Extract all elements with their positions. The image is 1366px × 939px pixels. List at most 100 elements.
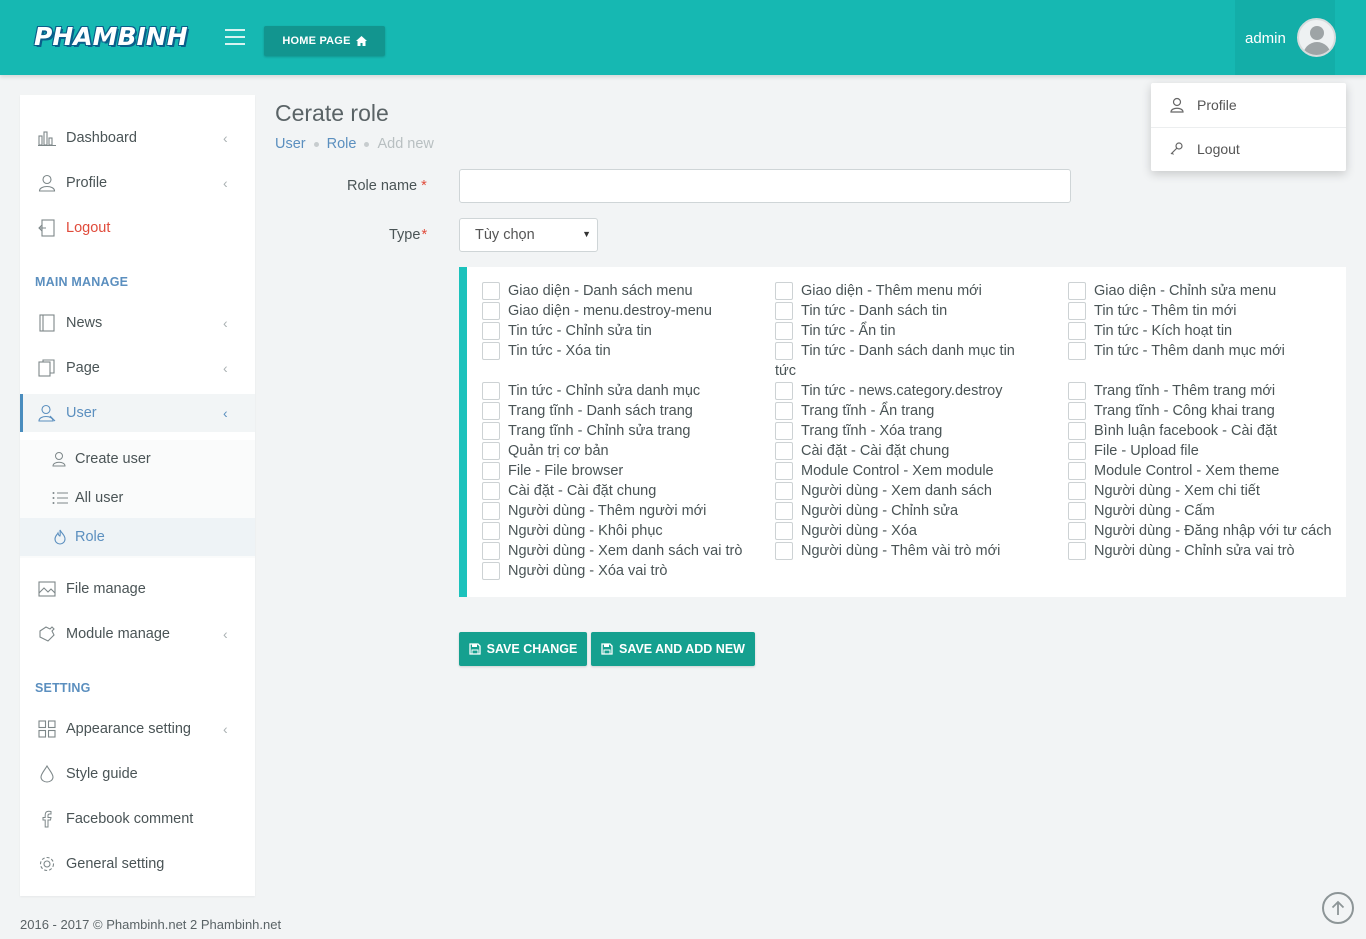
permission-label: File - File browser bbox=[508, 463, 624, 479]
permission-label: Người dùng - Cấm bbox=[1094, 503, 1215, 519]
permission-checkbox[interactable] bbox=[775, 382, 793, 400]
permission-label: Trang tĩnh - Xóa trang bbox=[801, 423, 943, 439]
sidebar-item-file-manage[interactable]: File manage bbox=[20, 570, 255, 608]
permission-checkbox[interactable] bbox=[775, 462, 793, 480]
dropdown-logout-item[interactable]: Logout bbox=[1151, 127, 1346, 171]
permission-label: Tin tức - Thêm danh mục mới bbox=[1094, 343, 1285, 359]
menu-toggle-icon[interactable] bbox=[225, 29, 245, 45]
permission-label: Module Control - Xem module bbox=[801, 463, 994, 479]
sidebar-item-dashboard[interactable]: Dashboard ‹ bbox=[20, 119, 255, 157]
key-icon bbox=[1170, 142, 1183, 155]
section-title-setting: SETTING bbox=[35, 681, 91, 695]
permission-checkbox[interactable] bbox=[775, 342, 793, 360]
save-change-button[interactable]: SAVE CHANGE bbox=[459, 632, 587, 666]
sidebar-item-module-manage[interactable]: Module manage ‹ bbox=[20, 615, 255, 653]
permission-checkbox[interactable] bbox=[775, 422, 793, 440]
avatar[interactable] bbox=[1297, 18, 1336, 57]
permission-checkbox[interactable] bbox=[775, 322, 793, 340]
permission-checkbox[interactable] bbox=[482, 482, 500, 500]
permission-label: Tin tức - Kích hoạt tin bbox=[1094, 323, 1233, 339]
permission-checkbox[interactable] bbox=[1068, 382, 1086, 400]
user-menu-toggle[interactable]: admin bbox=[1235, 0, 1336, 75]
sidebar-item-logout[interactable]: Logout bbox=[20, 209, 255, 247]
sidebar-item-page[interactable]: Page ‹ bbox=[20, 349, 255, 387]
breadcrumb-user[interactable]: User bbox=[275, 136, 306, 152]
permission-checkbox[interactable] bbox=[775, 542, 793, 560]
sidebar-item-news[interactable]: News ‹ bbox=[20, 304, 255, 342]
save-and-add-new-button[interactable]: SAVE AND ADD NEW bbox=[591, 632, 755, 666]
permission-checkbox[interactable] bbox=[482, 542, 500, 560]
chevron-left-icon: ‹ bbox=[223, 721, 228, 737]
breadcrumb-current: Add new bbox=[377, 136, 434, 152]
permission-checkbox[interactable] bbox=[482, 522, 500, 540]
permission-checkbox[interactable] bbox=[1068, 322, 1086, 340]
permission-checkbox[interactable] bbox=[482, 502, 500, 520]
sidebar-item-appearance-setting[interactable]: Appearance setting ‹ bbox=[20, 710, 255, 748]
logout-icon bbox=[38, 219, 55, 237]
sidebar-item-label: Module manage bbox=[66, 626, 170, 642]
sidebar-item-label: Page bbox=[66, 360, 100, 376]
permission-checkbox[interactable] bbox=[775, 442, 793, 460]
sidebar-subitem-role[interactable]: Role bbox=[20, 518, 255, 556]
brand-logo[interactable]: PHAMBINH bbox=[34, 22, 188, 51]
permission-checkbox[interactable] bbox=[775, 402, 793, 420]
sidebar-item-profile[interactable]: Profile ‹ bbox=[20, 164, 255, 202]
permission-checkbox[interactable] bbox=[482, 402, 500, 420]
breadcrumb-role[interactable]: Role bbox=[327, 136, 357, 152]
breadcrumb-separator bbox=[364, 141, 370, 147]
sidebar-item-style-guide[interactable]: Style guide bbox=[20, 755, 255, 793]
permission-checkbox[interactable] bbox=[1068, 282, 1086, 300]
permission-label: Tin tức - Ẩn tin bbox=[801, 323, 896, 339]
permission-checkbox[interactable] bbox=[482, 462, 500, 480]
permission-checkbox[interactable] bbox=[775, 302, 793, 320]
permission-checkbox[interactable] bbox=[775, 482, 793, 500]
permission-checkbox[interactable] bbox=[1068, 402, 1086, 420]
type-select[interactable]: Tùy chọn ▼ bbox=[459, 218, 598, 252]
permission-checkbox[interactable] bbox=[482, 422, 500, 440]
sidebar-subitem-label: Create user bbox=[75, 451, 151, 467]
permission-checkbox[interactable] bbox=[1068, 442, 1086, 460]
sidebar-item-user[interactable]: User ‹ bbox=[20, 394, 255, 432]
permission-checkbox[interactable] bbox=[1068, 542, 1086, 560]
sidebar-item-general-setting[interactable]: General setting bbox=[20, 845, 255, 883]
permission-label: Giao diện - Chỉnh sửa menu bbox=[1094, 283, 1277, 299]
permission-checkbox[interactable] bbox=[775, 522, 793, 540]
sidebar-item-label: Profile bbox=[66, 175, 108, 191]
sidebar-item-label: News bbox=[66, 315, 103, 331]
permission-checkbox[interactable] bbox=[482, 322, 500, 340]
permission-label: Quản trị cơ bản bbox=[508, 443, 609, 459]
fire-icon bbox=[54, 529, 66, 545]
permission-checkbox[interactable] bbox=[1068, 462, 1086, 480]
permission-checkbox[interactable] bbox=[482, 442, 500, 460]
permission-checkbox[interactable] bbox=[1068, 342, 1086, 360]
role-name-input[interactable] bbox=[459, 169, 1071, 203]
permission-label: Tin tức - Xóa tin bbox=[508, 343, 611, 359]
role-name-label-text: Role name bbox=[347, 178, 418, 194]
permission-checkbox[interactable] bbox=[482, 342, 500, 360]
permission-label: Bình luận facebook - Cài đặt bbox=[1094, 423, 1277, 439]
home-page-button[interactable]: HOME PAGE bbox=[264, 26, 385, 56]
permission-checkbox[interactable] bbox=[1068, 502, 1086, 520]
permission-label: Người dùng - Chỉnh sửa vai trò bbox=[1094, 543, 1295, 559]
scroll-to-top-button[interactable] bbox=[1322, 892, 1354, 924]
permission-checkbox[interactable] bbox=[1068, 522, 1086, 540]
permission-checkbox[interactable] bbox=[1068, 302, 1086, 320]
bar-chart-icon bbox=[38, 131, 56, 147]
permission-checkbox[interactable] bbox=[775, 502, 793, 520]
permission-label: Giao diện - Thêm menu mới bbox=[801, 283, 982, 299]
permission-checkbox[interactable] bbox=[482, 382, 500, 400]
permission-label: Tin tức - Thêm tin mới bbox=[1094, 303, 1237, 319]
dropdown-profile-item[interactable]: Profile bbox=[1151, 83, 1346, 127]
permission-checkbox[interactable] bbox=[482, 282, 500, 300]
permission-checkbox[interactable] bbox=[1068, 422, 1086, 440]
sidebar-subitem-create-user[interactable]: Create user bbox=[20, 440, 255, 478]
permission-checkbox[interactable] bbox=[1068, 482, 1086, 500]
sidebar-item-facebook-comment[interactable]: Facebook comment bbox=[20, 800, 255, 838]
permission-checkbox[interactable] bbox=[482, 302, 500, 320]
user-add-icon bbox=[52, 452, 66, 467]
permission-checkbox[interactable] bbox=[775, 282, 793, 300]
sidebar-item-label: File manage bbox=[66, 581, 146, 597]
sidebar-subitem-all-user[interactable]: All user bbox=[20, 479, 255, 517]
puzzle-icon bbox=[39, 626, 55, 642]
permission-checkbox[interactable] bbox=[482, 562, 500, 580]
